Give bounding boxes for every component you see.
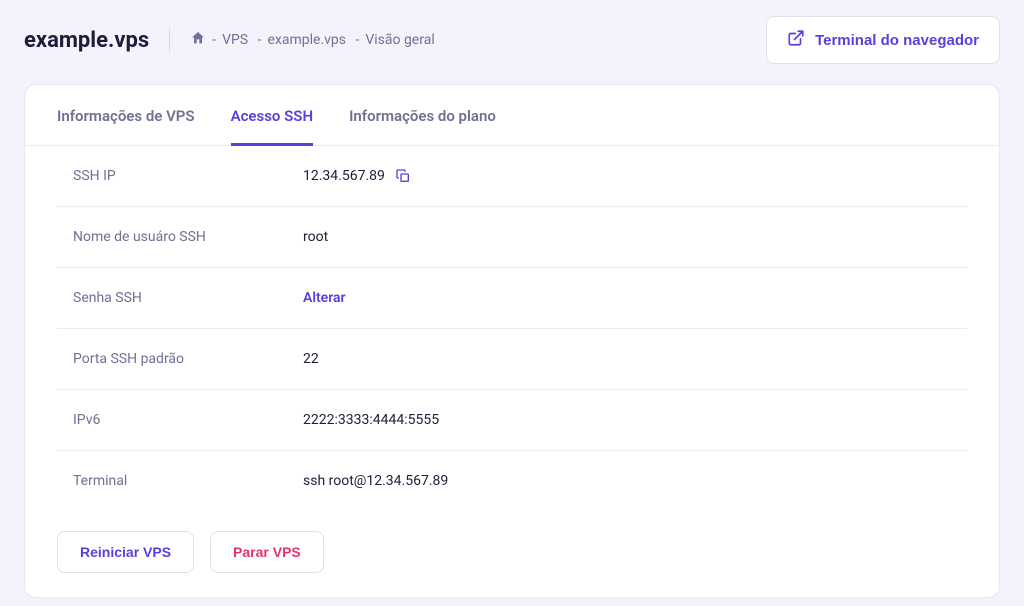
row-value: 22 (303, 351, 319, 367)
divider (169, 28, 170, 52)
row-label: SSH IP (73, 168, 303, 184)
row-label: Porta SSH padrão (73, 351, 303, 367)
copy-icon[interactable] (395, 168, 411, 184)
breadcrumb-item[interactable]: VPS (222, 32, 248, 48)
browser-terminal-button[interactable]: Terminal do navegador (766, 16, 1000, 64)
row-label: Nome de usuáro SSH (73, 229, 303, 245)
external-link-icon (787, 29, 805, 51)
page-title: example.vps (24, 28, 149, 53)
actions: Reiniciar VPS Parar VPS (25, 511, 999, 573)
ssh-card: Informações de VPS Acesso SSH Informaçõe… (24, 84, 1000, 598)
row-ipv6: IPv6 2222:3333:4444:5555 (57, 390, 967, 451)
ssh-rows: SSH IP 12.34.567.89 Nome de usuáro SSH r… (25, 146, 999, 511)
row-value: ssh root@12.34.567.89 (303, 473, 448, 489)
browser-terminal-label: Terminal do navegador (815, 32, 979, 49)
breadcrumb-sep: - (212, 32, 216, 48)
row-terminal: Terminal ssh root@12.34.567.89 (57, 451, 967, 511)
row-label: IPv6 (73, 412, 303, 428)
breadcrumb-item[interactable]: example.vps (267, 32, 346, 48)
row-label: Terminal (73, 473, 303, 489)
row-label: Senha SSH (73, 290, 303, 306)
breadcrumb-item: Visão geral (365, 32, 434, 48)
breadcrumb-sep: - (254, 32, 261, 48)
change-password-link[interactable]: Alterar (303, 290, 346, 306)
stop-vps-button[interactable]: Parar VPS (210, 531, 324, 573)
row-value: root (303, 229, 328, 245)
row-value: 2222:3333:4444:5555 (303, 412, 439, 428)
tab-ssh-access[interactable]: Acesso SSH (231, 85, 313, 146)
row-ssh-port: Porta SSH padrão 22 (57, 329, 967, 390)
row-ssh-ip: SSH IP 12.34.567.89 (57, 146, 967, 207)
tabs: Informações de VPS Acesso SSH Informaçõe… (25, 85, 999, 146)
tab-plan-info[interactable]: Informações do plano (349, 85, 496, 146)
row-ssh-password: Senha SSH Alterar (57, 268, 967, 329)
home-icon[interactable] (190, 30, 206, 50)
row-value: 12.34.567.89 (303, 168, 411, 184)
row-ssh-user: Nome de usuáro SSH root (57, 207, 967, 268)
tab-vps-info[interactable]: Informações de VPS (57, 85, 195, 146)
restart-vps-button[interactable]: Reiniciar VPS (57, 531, 194, 573)
ssh-ip-value: 12.34.567.89 (303, 168, 385, 184)
breadcrumb: - VPS - example.vps - Visão geral (190, 30, 435, 50)
breadcrumb-sep: - (352, 32, 359, 48)
